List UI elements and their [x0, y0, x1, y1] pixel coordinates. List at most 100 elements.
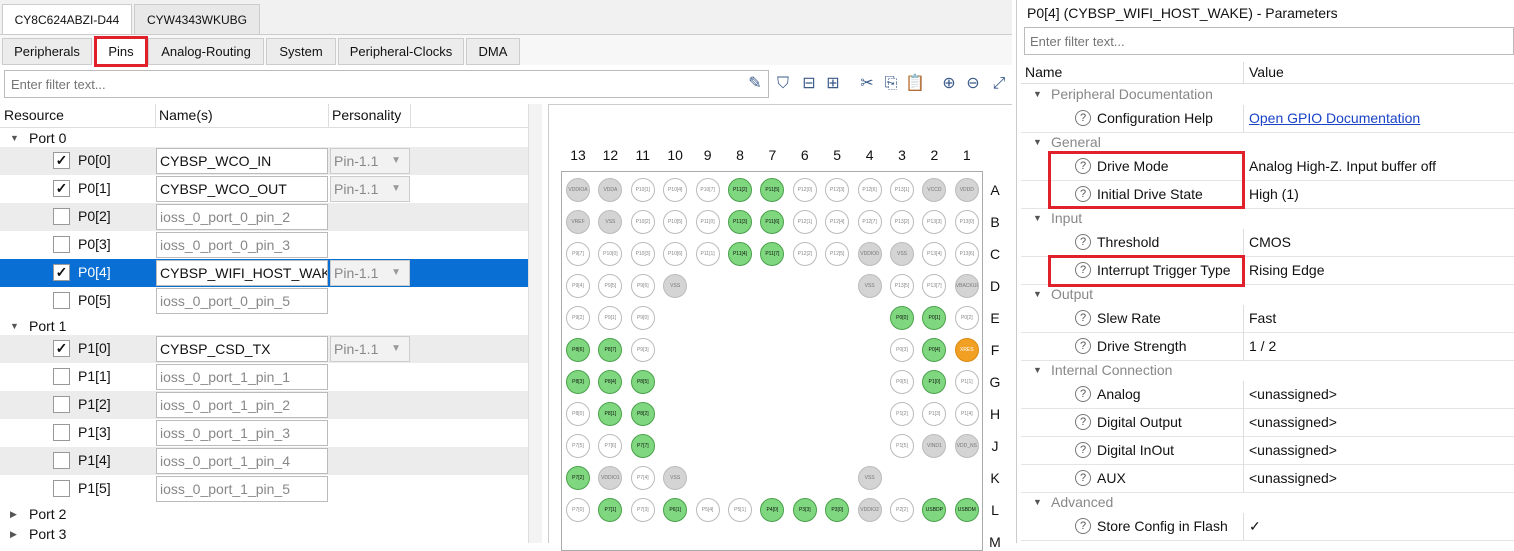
documentation-link[interactable]: Open GPIO Documentation: [1249, 110, 1420, 126]
collapse-icon[interactable]: ▼: [1033, 137, 1042, 147]
package-pin[interactable]: P12[3]: [825, 178, 850, 202]
package-pin[interactable]: P0[3]: [890, 338, 914, 362]
parameter-value[interactable]: Rising Edge: [1249, 262, 1325, 278]
parameter-value[interactable]: <unassigned>: [1249, 442, 1337, 458]
parameter-group[interactable]: ▼ Internal Connection: [1021, 361, 1514, 381]
pin-row[interactable]: P1[5] ioss_0_port_1_pin_5: [0, 475, 528, 503]
package-pin[interactable]: P12[6]: [857, 178, 882, 202]
package-pin[interactable]: P1[2]: [890, 402, 914, 426]
help-icon[interactable]: ?: [1075, 262, 1091, 278]
tab-analog-routing[interactable]: Analog-Routing: [148, 38, 264, 65]
pin-row[interactable]: P0[2] ioss_0_port_0_pin_2: [0, 203, 528, 231]
help-icon[interactable]: ?: [1075, 518, 1091, 534]
port-node[interactable]: ▼ Port 1: [0, 317, 528, 337]
package-pin[interactable]: P8[5]: [630, 370, 655, 394]
collapse-icon[interactable]: ▼: [1033, 289, 1042, 299]
pin-enable-checkbox[interactable]: [53, 208, 70, 225]
package-pin[interactable]: XRES: [954, 338, 979, 362]
package-pin[interactable]: P13[2]: [890, 210, 914, 234]
parameter-value[interactable]: <unassigned>: [1249, 386, 1337, 402]
pin-row[interactable]: P0[5] ioss_0_port_0_pin_5: [0, 287, 528, 315]
help-icon[interactable]: ?: [1075, 158, 1091, 174]
parameter-value[interactable]: CMOS: [1249, 234, 1291, 250]
column-names[interactable]: Name(s): [159, 107, 213, 123]
package-pin[interactable]: P0[5]: [890, 370, 914, 394]
help-icon[interactable]: ?: [1075, 414, 1091, 430]
cut-icon[interactable]: ✂: [857, 74, 877, 94]
package-pin[interactable]: P9[0]: [630, 306, 655, 330]
package-pin[interactable]: P1[1]: [954, 370, 979, 394]
package-pin[interactable]: P12[4]: [825, 210, 850, 234]
pin-name-field[interactable]: ioss_0_port_0_pin_5: [156, 288, 328, 314]
parameter-row[interactable]: ? Configuration Help Open GPIO Documentati…: [1021, 105, 1514, 133]
pin-enable-checkbox[interactable]: [53, 452, 70, 469]
tab-device-main[interactable]: CY8C624ABZI-D44: [2, 4, 132, 34]
package-pin[interactable]: P13[5]: [890, 274, 914, 298]
parameter-value[interactable]: Analog High-Z. Input buffer off: [1249, 158, 1436, 174]
tab-peripherals[interactable]: Peripherals: [2, 38, 92, 65]
package-pin[interactable]: P10[6]: [663, 242, 688, 266]
package-pin[interactable]: P9[4]: [566, 274, 590, 298]
package-pin[interactable]: P10[7]: [695, 178, 720, 202]
help-icon[interactable]: ?: [1075, 186, 1091, 202]
package-pin[interactable]: P9[3]: [630, 338, 655, 362]
package-pin[interactable]: P8[0]: [566, 402, 590, 426]
parameter-row[interactable]: ? Digital Output <unassigned>: [1021, 409, 1514, 437]
pin-name-field[interactable]: ioss_0_port_1_pin_2: [156, 392, 328, 418]
package-pin[interactable]: P9[7]: [566, 242, 590, 266]
collapse-all-icon[interactable]: ⊟: [799, 74, 819, 94]
pin-row[interactable]: P0[3] ioss_0_port_0_pin_3: [0, 231, 528, 259]
help-icon[interactable]: ?: [1075, 386, 1091, 402]
package-pin[interactable]: VSS: [663, 466, 688, 490]
pin-row[interactable]: ✓ P0[0] CYBSP_WCO_IN Pin-1.1 ▼: [0, 147, 528, 175]
parameter-row[interactable]: ? Initial Drive State High (1): [1021, 181, 1514, 209]
package-pin[interactable]: P12[0]: [792, 178, 817, 202]
package-pin[interactable]: P11[4]: [728, 242, 752, 266]
package-pin[interactable]: P10[3]: [630, 242, 655, 266]
pin-name-field[interactable]: ioss_0_port_0_pin_3: [156, 232, 328, 258]
pin-enable-checkbox[interactable]: [53, 292, 70, 309]
package-pin[interactable]: VSS: [857, 274, 882, 298]
parameter-value[interactable]: ✓: [1249, 518, 1261, 535]
package-pin[interactable]: P7[3]: [630, 498, 655, 522]
pin-row[interactable]: P1[1] ioss_0_port_1_pin_1: [0, 363, 528, 391]
package-pin[interactable]: VREF: [566, 210, 590, 234]
package-pin[interactable]: P10[2]: [630, 210, 655, 234]
package-pin[interactable]: P7[7]: [630, 434, 655, 458]
tab-pins[interactable]: Pins: [94, 36, 148, 67]
personality-dropdown[interactable]: Pin-1.1 ▼: [330, 336, 410, 362]
parameter-row[interactable]: ? Threshold CMOS: [1021, 229, 1514, 257]
pin-name-field[interactable]: CYBSP_WCO_IN: [156, 148, 328, 174]
package-pin[interactable]: P6[1]: [663, 498, 688, 522]
copy-icon[interactable]: ⎘: [881, 74, 901, 94]
pin-enable-checkbox[interactable]: [53, 424, 70, 441]
parameter-value[interactable]: Fast: [1249, 310, 1276, 326]
parameter-value[interactable]: <unassigned>: [1249, 470, 1337, 486]
package-pin[interactable]: P12[7]: [857, 210, 882, 234]
paste-icon[interactable]: 📋: [905, 74, 925, 94]
parameter-group[interactable]: ▼ Input: [1021, 209, 1514, 229]
parameter-row[interactable]: ? Drive Strength 1 / 2: [1021, 333, 1514, 361]
column-value[interactable]: Value: [1249, 64, 1284, 80]
package-pin[interactable]: P0[2]: [954, 306, 979, 330]
package-pin[interactable]: P7[5]: [566, 434, 590, 458]
package-pin[interactable]: P8[3]: [566, 370, 590, 394]
column-resource[interactable]: Resource: [4, 107, 64, 123]
personality-dropdown[interactable]: Pin-1.1 ▼: [330, 260, 410, 286]
collapse-icon[interactable]: ▼: [10, 133, 19, 143]
pin-enable-checkbox[interactable]: [53, 236, 70, 253]
expand-icon[interactable]: ▶: [10, 529, 17, 540]
parameter-row[interactable]: ? AUX <unassigned>: [1021, 465, 1514, 493]
pin-name-field[interactable]: CYBSP_CSD_TX: [156, 336, 328, 362]
parameter-value[interactable]: <unassigned>: [1249, 414, 1337, 430]
zoom-out-icon[interactable]: ⊖: [963, 74, 983, 94]
pin-row[interactable]: P1[2] ioss_0_port_1_pin_2: [0, 391, 528, 419]
package-pin[interactable]: P2[2]: [890, 498, 914, 522]
parameter-value[interactable]: High (1): [1249, 186, 1299, 202]
pin-row[interactable]: P1[4] ioss_0_port_1_pin_4: [0, 447, 528, 475]
tab-system[interactable]: System: [266, 38, 336, 65]
resource-filter-input[interactable]: [4, 70, 769, 98]
package-pin[interactable]: P13[6]: [954, 242, 979, 266]
package-pin[interactable]: VBACKUP: [954, 274, 979, 298]
parameter-group[interactable]: ▼ Advanced: [1021, 493, 1514, 513]
